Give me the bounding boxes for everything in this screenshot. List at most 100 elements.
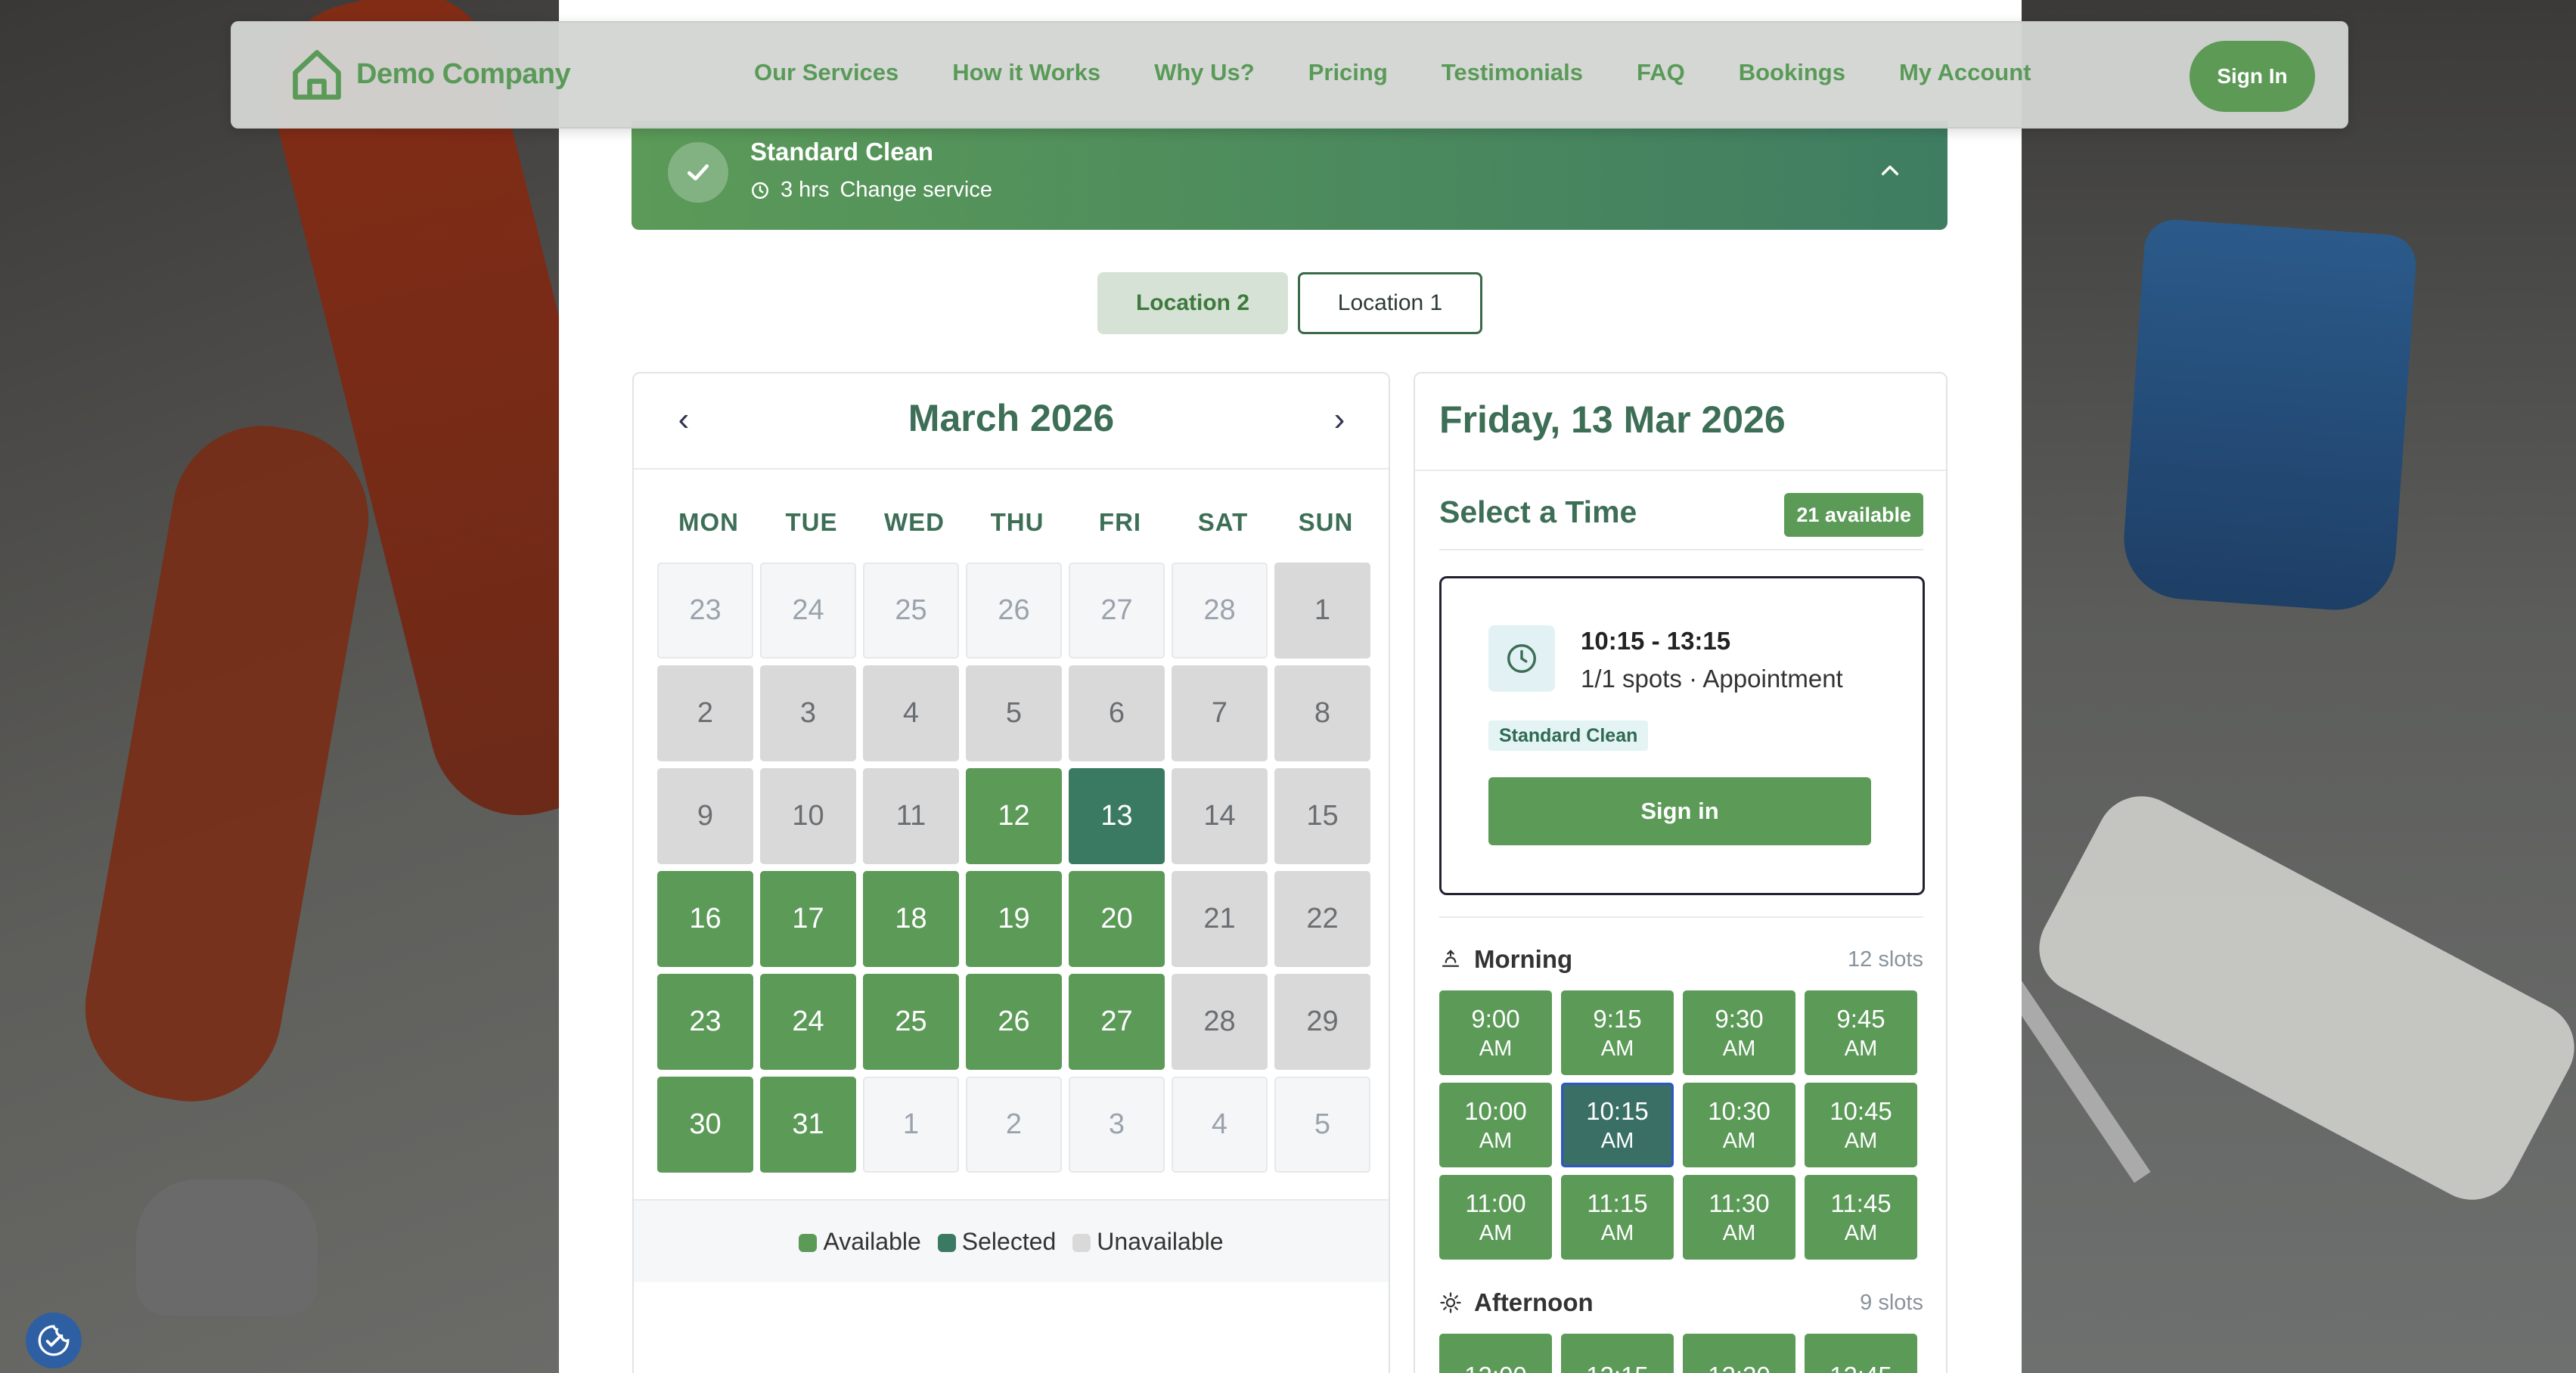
afternoon-count: 9 slots xyxy=(1860,1290,1923,1315)
slot-ampm: AM xyxy=(1722,1128,1756,1153)
calendar-day[interactable]: 25 xyxy=(863,974,959,1070)
slot-time: 11:30 xyxy=(1709,1189,1770,1218)
calendar-day[interactable]: 19 xyxy=(966,871,1062,967)
service-duration: 3 hrs xyxy=(781,178,830,202)
nav-bookings[interactable]: Bookings xyxy=(1739,59,1845,86)
slot-time: 9:00 xyxy=(1471,1005,1520,1034)
time-slot[interactable]: 9:15 AM xyxy=(1561,990,1674,1075)
calendar-day: 26 xyxy=(966,563,1062,659)
time-slot[interactable]: 10:45 AM xyxy=(1805,1083,1917,1167)
time-slot[interactable]: 10:00 AM xyxy=(1439,1083,1552,1167)
time-slot[interactable]: 12:15 xyxy=(1561,1334,1674,1373)
slot-time: 12:30 xyxy=(1708,1360,1771,1373)
time-slot[interactable]: 11:45 AM xyxy=(1805,1175,1917,1260)
calendar-day: 1 xyxy=(1274,563,1370,659)
nav-our-services[interactable]: Our Services xyxy=(754,59,898,86)
time-slot[interactable]: 11:30 AM xyxy=(1683,1175,1795,1260)
morning-label: Morning xyxy=(1474,945,1573,973)
time-slot[interactable]: 12:30 xyxy=(1683,1334,1795,1373)
slot-time-range: 10:15 - 13:15 xyxy=(1581,627,1731,655)
slot-ampm: AM xyxy=(1844,1220,1878,1245)
time-slot[interactable]: 10:30 AM xyxy=(1683,1083,1795,1167)
calendar-day[interactable]: 20 xyxy=(1069,871,1165,967)
change-service-link[interactable]: Change service xyxy=(840,178,992,203)
calendar-day[interactable]: 26 xyxy=(966,974,1062,1070)
nav-pricing[interactable]: Pricing xyxy=(1308,59,1388,86)
time-slot[interactable]: 9:00 AM xyxy=(1439,990,1552,1075)
slot-time: 11:00 xyxy=(1465,1189,1526,1218)
slot-ampm: AM xyxy=(1600,1220,1634,1245)
time-slot[interactable]: 11:15 AM xyxy=(1561,1175,1674,1260)
legend-unavailable: Unavailable xyxy=(1072,1228,1224,1256)
weekday-label: TUE xyxy=(785,508,838,536)
calendar-day[interactable]: 23 xyxy=(657,974,753,1070)
logo-text: Demo Company xyxy=(356,57,571,90)
chevron-up-icon[interactable] xyxy=(1878,159,1902,187)
calendar-day: 29 xyxy=(1274,974,1370,1070)
time-slot[interactable]: 11:00 AM xyxy=(1439,1175,1552,1260)
slot-ampm: AM xyxy=(1600,1036,1634,1061)
selected-service-banner[interactable]: Standard Clean 3 hrs Change service xyxy=(632,121,1948,230)
calendar-day: 8 xyxy=(1274,665,1370,761)
calendar-day[interactable]: 17 xyxy=(760,871,856,967)
calendar-day[interactable]: 31 xyxy=(760,1077,856,1173)
sun-icon xyxy=(1440,1292,1461,1313)
nav-how-it-works[interactable]: How it Works xyxy=(952,59,1100,86)
slot-time: 11:45 xyxy=(1830,1189,1892,1218)
house-icon xyxy=(293,50,341,100)
time-slot[interactable]: 12:45 xyxy=(1805,1334,1917,1373)
time-selection-panel: Friday, 13 Mar 2026 Select a Time 21 ava… xyxy=(1414,372,1948,1373)
slot-sign-in-button[interactable]: Sign in xyxy=(1488,777,1871,845)
calendar-day: 10 xyxy=(760,768,856,864)
calendar-day: 4 xyxy=(863,665,959,761)
nav-faq[interactable]: FAQ xyxy=(1637,59,1685,86)
calendar-day: 5 xyxy=(966,665,1062,761)
calendar-day: 7 xyxy=(1172,665,1268,761)
calendar-day: 28 xyxy=(1172,563,1268,659)
calendar-day[interactable]: 24 xyxy=(760,974,856,1070)
sign-in-button[interactable]: Sign In xyxy=(2190,41,2315,112)
slot-ampm: AM xyxy=(1844,1036,1878,1061)
nav-why-us[interactable]: Why Us? xyxy=(1154,59,1255,86)
calendar-day[interactable]: 27 xyxy=(1069,974,1165,1070)
calendar-day: 21 xyxy=(1172,871,1268,967)
slot-ampm: AM xyxy=(1479,1036,1513,1061)
calendar-day: 3 xyxy=(760,665,856,761)
calendar-day: 28 xyxy=(1172,974,1268,1070)
calendar-day-selected[interactable]: 13 xyxy=(1069,768,1165,864)
selected-date-heading: Friday, 13 Mar 2026 xyxy=(1439,398,1786,441)
cookie-settings-icon[interactable] xyxy=(26,1313,82,1368)
slot-time: 10:00 xyxy=(1464,1097,1527,1126)
next-month-button[interactable]: › xyxy=(1321,401,1358,439)
service-tag: Standard Clean xyxy=(1488,721,1649,751)
slot-time: 11:15 xyxy=(1587,1189,1648,1218)
calendar-day[interactable]: 30 xyxy=(657,1077,753,1173)
legend-available: Available xyxy=(799,1228,921,1256)
afternoon-header: Afternoon 9 slots xyxy=(1439,1288,1923,1317)
legend-selected: Selected xyxy=(937,1228,1056,1256)
calendar-day[interactable]: 16 xyxy=(657,871,753,967)
afternoon-slots: 12:00 12:15 12:30 12:45 xyxy=(1439,1334,1917,1373)
site-header: Demo Company Our Services How it Works W… xyxy=(231,21,2348,129)
calendar-day[interactable]: 12 xyxy=(966,768,1062,864)
slot-ampm: AM xyxy=(1722,1220,1756,1245)
calendar-day[interactable]: 18 xyxy=(863,871,959,967)
time-slot[interactable]: 9:45 AM xyxy=(1805,990,1917,1075)
logo[interactable]: Demo Company xyxy=(288,45,571,103)
calendar-day: 25 xyxy=(863,563,959,659)
morning-count: 12 slots xyxy=(1848,947,1923,972)
nav-testimonials[interactable]: Testimonials xyxy=(1442,59,1583,86)
day-grid: 23 24 25 26 27 28 1 2 3 4 5 6 7 8 9 10 11 12 13 14 15 16 17 18 1… xyxy=(657,563,1370,1173)
calendar-day: 2 xyxy=(966,1077,1062,1173)
calendar-day: 9 xyxy=(657,768,753,864)
location-tab-2[interactable]: Location 2 xyxy=(1097,272,1288,334)
nav-my-account[interactable]: My Account xyxy=(1899,59,2031,86)
location-tab-1[interactable]: Location 1 xyxy=(1298,272,1482,334)
time-slot[interactable]: 9:30 AM xyxy=(1683,990,1795,1075)
clock-icon xyxy=(1488,625,1555,692)
afternoon-label: Afternoon xyxy=(1474,1288,1594,1316)
time-slot-selected[interactable]: 10:15 AM xyxy=(1561,1083,1674,1167)
time-slot[interactable]: 12:00 xyxy=(1439,1334,1552,1373)
calendar-day: 27 xyxy=(1069,563,1165,659)
slot-time: 12:00 xyxy=(1464,1360,1527,1373)
